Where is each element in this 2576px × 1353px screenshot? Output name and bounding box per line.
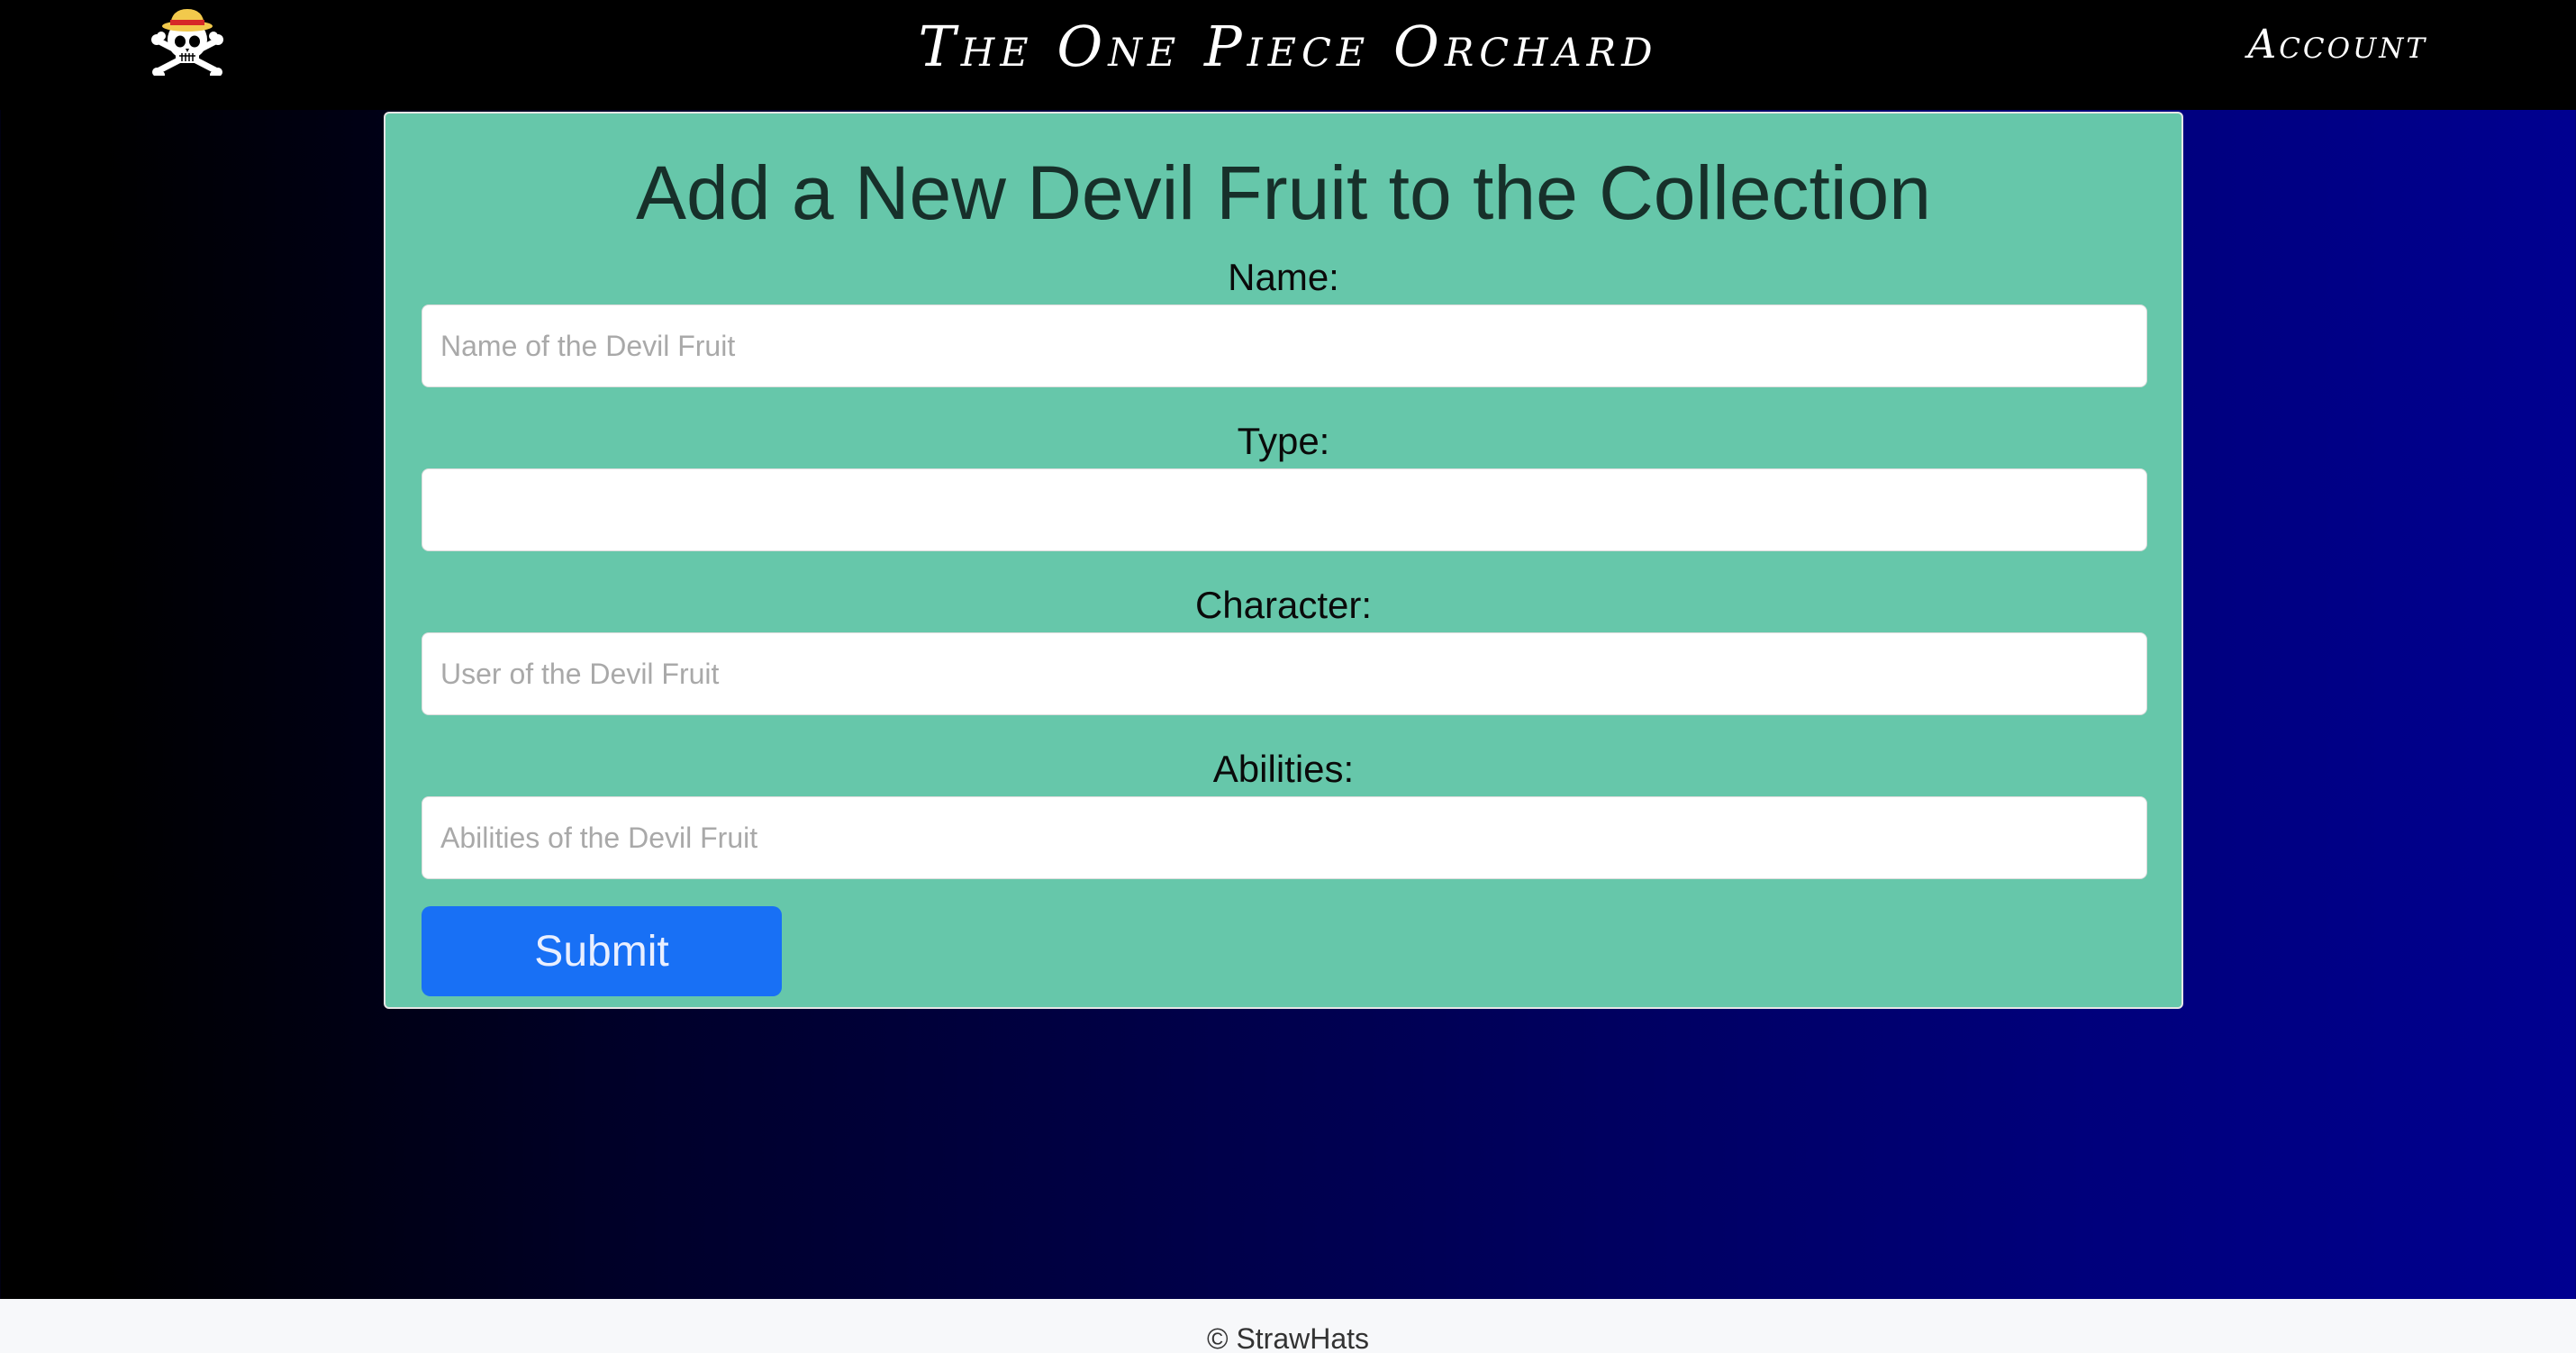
character-input[interactable] — [422, 632, 2147, 715]
name-label: Name: — [1228, 256, 1339, 298]
type-input[interactable] — [422, 468, 2147, 551]
footer: © StrawHats — [0, 1299, 2576, 1353]
account-link[interactable]: Account — [2247, 11, 2427, 79]
footer-copyright: © StrawHats — [1206, 1322, 1370, 1353]
name-input[interactable] — [422, 304, 2147, 387]
site-title: The One Piece Orchard — [918, 14, 1658, 79]
top-navbar: The One Piece Orchard Account — [0, 0, 2576, 110]
character-label: Character: — [1194, 584, 1373, 626]
type-label: Type: — [1237, 420, 1330, 462]
abilities-label: Abilities: — [1212, 748, 1355, 790]
form-title: Add a New Devil Fruit to the Collection — [636, 150, 1931, 235]
abilities-input[interactable] — [422, 796, 2147, 879]
add-devil-fruit-form: Add a New Devil Fruit to the Collection … — [384, 112, 2183, 1009]
submit-button[interactable]: Submit — [422, 906, 782, 996]
